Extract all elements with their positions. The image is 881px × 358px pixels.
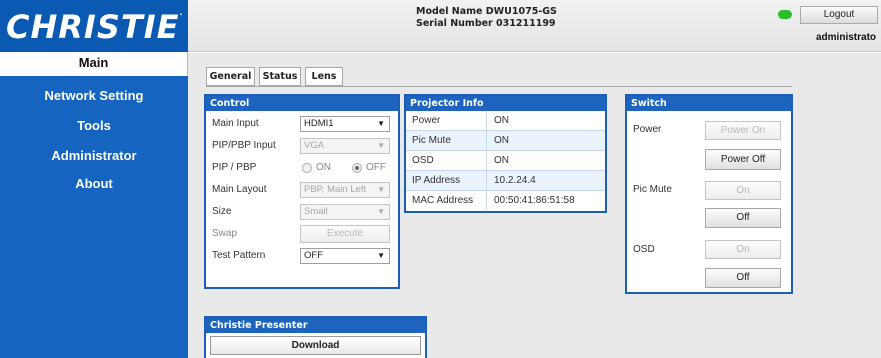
pip-pbp-row: PIP / PBP ON OFF: [206, 157, 398, 179]
info-key: MAC Address: [412, 195, 474, 206]
sidebar-item-about[interactable]: About: [0, 176, 188, 191]
control-panel: Control Main Input HDMI1 ▼ PIP/PBP Input …: [204, 94, 400, 289]
pip-pbp-off-radio[interactable]: [352, 163, 362, 173]
model-info: Model Name DWU1075-GS Serial Number 0312…: [416, 6, 557, 30]
switch-panel-title: Switch: [627, 96, 791, 111]
info-key: Pic Mute: [412, 135, 451, 146]
size-select[interactable]: Small ▼: [300, 204, 390, 220]
christie-logo: CHRISTIE.: [6, 8, 184, 46]
size-row: Size Small ▼: [206, 201, 398, 223]
info-row-power: Power ON: [406, 111, 605, 131]
info-key: OSD: [412, 155, 434, 166]
switch-panel: Switch Power Power On Power Off Pic Mute…: [625, 94, 793, 294]
main-input-row: Main Input HDMI1 ▼: [206, 113, 398, 135]
switch-osd-label: OSD: [633, 244, 655, 255]
size-value: Small: [304, 206, 328, 217]
info-value: 10.2.24.4: [494, 175, 536, 186]
info-value: ON: [494, 155, 509, 166]
main-content: General Status Lens Control Main Input H…: [188, 53, 881, 358]
logout-button[interactable]: Logout: [800, 6, 878, 24]
swap-label: Swap: [212, 228, 238, 239]
main-input-select[interactable]: HDMI1 ▼: [300, 116, 390, 132]
sidebar-item-tools[interactable]: Tools: [0, 118, 188, 133]
model-name: Model Name DWU1075-GS: [416, 6, 557, 17]
swap-execute-button[interactable]: Execute: [300, 225, 390, 243]
test-pattern-row: Test Pattern OFF ▼: [206, 245, 398, 267]
sidebar-item-main[interactable]: Main: [0, 52, 188, 76]
osd-on-button[interactable]: On: [705, 240, 781, 259]
divider: [486, 171, 487, 190]
divider: [486, 111, 487, 130]
logo-bar: CHRISTIE.: [0, 0, 188, 52]
sidebar-item-network-setting[interactable]: Network Setting: [0, 88, 188, 103]
power-on-button[interactable]: Power On: [705, 121, 781, 140]
sidebar-item-administrator[interactable]: Administrator: [0, 148, 188, 163]
switch-power-label: Power: [633, 124, 662, 135]
pip-pbp-input-label: PIP/PBP Input: [212, 140, 276, 151]
serial-number: Serial Number 031211199: [416, 18, 556, 29]
tab-divider: [206, 86, 792, 87]
dropdown-arrow-icon: ▼: [377, 251, 385, 260]
divider: [486, 191, 487, 210]
info-value: ON: [494, 115, 509, 126]
control-panel-title: Control: [206, 96, 398, 111]
main-layout-label: Main Layout: [212, 184, 267, 195]
info-key: Power: [412, 115, 441, 126]
pic-mute-off-button[interactable]: Off: [705, 208, 781, 228]
pip-pbp-label: PIP / PBP: [212, 162, 257, 173]
christie-presenter-title: Christie Presenter: [206, 318, 425, 333]
connection-status-indicator: [778, 10, 792, 19]
dropdown-arrow-icon: ▼: [377, 207, 385, 216]
switch-pic-mute-label: Pic Mute: [633, 184, 672, 195]
pip-pbp-input-row: PIP/PBP Input VGA ▼: [206, 135, 398, 157]
main-layout-select[interactable]: PBP, Main Left ▼: [300, 182, 390, 198]
christie-presenter-panel: Christie Presenter Download: [204, 316, 427, 358]
sidebar-nav: Main Network Setting Tools Administrator…: [0, 52, 188, 358]
dropdown-arrow-icon: ▼: [377, 141, 385, 150]
osd-off-button[interactable]: Off: [705, 268, 781, 288]
info-value: 00:50:41:86:51:58: [494, 195, 575, 206]
info-row-pic-mute: Pic Mute ON: [406, 131, 605, 151]
info-row-mac-address: MAC Address 00:50:41:86:51:58: [406, 191, 605, 211]
info-row-ip-address: IP Address 10.2.24.4: [406, 171, 605, 191]
page-header: Model Name DWU1075-GS Serial Number 0312…: [188, 0, 881, 52]
info-key: IP Address: [412, 175, 461, 186]
test-pattern-value: OFF: [304, 250, 323, 261]
pic-mute-on-button[interactable]: On: [705, 181, 781, 200]
tab-status[interactable]: Status: [259, 67, 301, 86]
download-button[interactable]: Download: [210, 336, 421, 355]
tab-general[interactable]: General: [206, 67, 255, 86]
test-pattern-label: Test Pattern: [212, 250, 266, 261]
size-label: Size: [212, 206, 232, 217]
pip-pbp-off-label: OFF: [366, 162, 386, 173]
power-off-button[interactable]: Power Off: [705, 149, 781, 170]
swap-row: Swap Execute: [206, 223, 398, 245]
divider: [486, 151, 487, 170]
logged-in-user: administrato: [816, 32, 877, 43]
projector-info-panel: Projector Info Power ON Pic Mute ON OSD …: [404, 94, 607, 213]
main-layout-row: Main Layout PBP, Main Left ▼: [206, 179, 398, 201]
pip-pbp-input-value: VGA: [304, 140, 325, 151]
divider: [486, 131, 487, 150]
info-row-osd: OSD ON: [406, 151, 605, 171]
dropdown-arrow-icon: ▼: [377, 119, 385, 128]
pip-pbp-on-radio[interactable]: [302, 163, 312, 173]
projector-info-title: Projector Info: [406, 96, 605, 111]
pip-pbp-on-label: ON: [316, 162, 331, 173]
main-layout-value: PBP, Main Left: [304, 184, 367, 195]
tab-lens[interactable]: Lens: [305, 67, 343, 86]
main-input-value: HDMI1: [304, 118, 334, 129]
main-input-label: Main Input: [212, 118, 259, 129]
dropdown-arrow-icon: ▼: [377, 185, 385, 194]
info-value: ON: [494, 135, 509, 146]
test-pattern-select[interactable]: OFF ▼: [300, 248, 390, 264]
pip-pbp-input-select[interactable]: VGA ▼: [300, 138, 390, 154]
